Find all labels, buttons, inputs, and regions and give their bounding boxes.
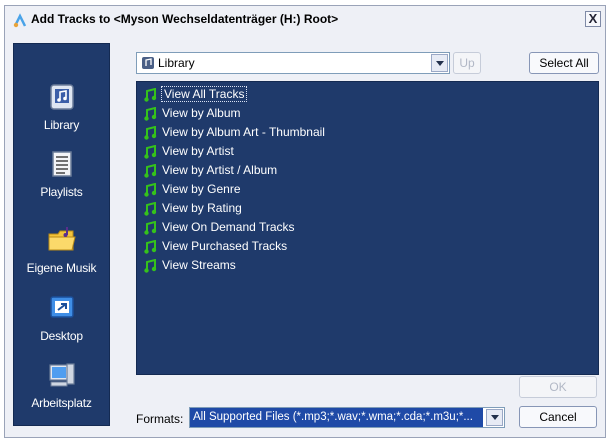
place-label: Desktop — [40, 329, 83, 343]
look-in-value: Library — [158, 56, 195, 70]
desktop-icon — [49, 296, 74, 318]
music-note-icon — [144, 106, 157, 121]
list-item[interactable]: View All Tracks — [143, 86, 248, 102]
list-item[interactable]: View Purchased Tracks — [143, 238, 287, 254]
music-note-icon — [144, 258, 157, 273]
window-title: Add Tracks to <Myson Wechseldatenträger … — [31, 12, 339, 26]
formats-value: All Supported Files (*.mp3;*.wav;*.wma;*… — [190, 408, 483, 427]
music-note-icon — [144, 87, 157, 102]
list-item-label: View All Tracks — [160, 86, 248, 102]
add-tracks-dialog: Add Tracks to <Myson Wechseldatenträger … — [4, 5, 606, 438]
music-note-icon — [144, 239, 157, 254]
music-note-icon — [144, 125, 157, 140]
formats-label: Formats: — [136, 412, 184, 426]
place-label: Arbeitsplatz — [31, 396, 92, 410]
track-view-list[interactable]: View All Tracks View by Album View by Al… — [136, 81, 599, 375]
place-arbeitsplatz[interactable]: Arbeitsplatz — [14, 358, 109, 410]
music-note-icon — [144, 201, 157, 216]
list-item[interactable]: View by Artist / Album — [143, 162, 277, 178]
music-app-icon — [13, 13, 27, 28]
look-in-dropdown[interactable]: Library — [136, 52, 450, 74]
list-item-label: View by Album Art - Thumbnail — [162, 125, 325, 139]
close-button[interactable]: X — [585, 11, 601, 27]
library-icon — [49, 84, 74, 110]
title-bar[interactable]: Add Tracks to <Myson Wechseldatenträger … — [5, 6, 605, 32]
folder-music-icon — [48, 227, 76, 251]
place-label: Library — [43, 118, 80, 132]
places-bar: Library Playlists Eigene Musik Desktop A… — [13, 43, 110, 426]
music-note-icon — [144, 163, 157, 178]
list-item-label: View by Artist / Album — [162, 163, 278, 177]
place-label: Eigene Musik — [26, 261, 97, 275]
music-note-icon — [144, 182, 157, 197]
place-label: Playlists — [40, 185, 83, 199]
list-item-label: View by Genre — [162, 182, 241, 196]
list-item-label: View by Artist — [162, 144, 234, 158]
list-item[interactable]: View On Demand Tracks — [143, 219, 295, 235]
ok-button[interactable]: OK — [519, 376, 597, 398]
list-item[interactable]: View by Album — [143, 105, 241, 121]
list-item-label: View by Album — [162, 106, 241, 120]
list-item[interactable]: View by Genre — [143, 181, 241, 197]
chevron-down-icon[interactable] — [431, 54, 448, 72]
music-note-icon — [144, 220, 157, 235]
place-desktop[interactable]: Desktop — [14, 291, 109, 343]
list-item[interactable]: View by Artist — [143, 143, 234, 159]
playlists-icon — [51, 151, 72, 177]
list-item[interactable]: View Streams — [143, 257, 236, 273]
list-item[interactable]: View by Rating — [143, 200, 242, 216]
formats-dropdown[interactable]: All Supported Files (*.mp3;*.wav;*.wma;*… — [189, 407, 505, 428]
library-icon — [142, 57, 154, 69]
computer-icon — [48, 363, 75, 387]
place-playlists[interactable]: Playlists — [14, 147, 109, 199]
up-button[interactable]: Up — [453, 52, 481, 74]
list-item[interactable]: View by Album Art - Thumbnail — [143, 124, 325, 140]
list-item-label: View by Rating — [162, 201, 242, 215]
list-item-label: View Streams — [162, 258, 236, 272]
place-library[interactable]: Library — [14, 80, 109, 132]
chevron-down-icon[interactable] — [486, 409, 503, 426]
list-item-label: View On Demand Tracks — [162, 220, 295, 234]
music-note-icon — [144, 144, 157, 159]
cancel-button[interactable]: Cancel — [519, 406, 597, 428]
list-item-label: View Purchased Tracks — [162, 239, 288, 253]
place-eigene-musik[interactable]: Eigene Musik — [14, 223, 109, 275]
select-all-button[interactable]: Select All — [529, 52, 599, 74]
